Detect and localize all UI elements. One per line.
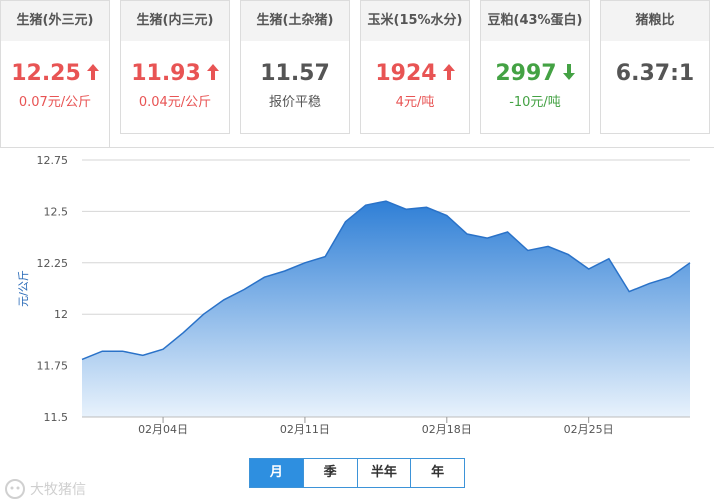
y-tick-label: 12.75 [37, 154, 69, 167]
tab-quarter[interactable]: 季 [302, 459, 357, 487]
tab-month[interactable]: 月 [250, 459, 303, 487]
arrow-up-icon [206, 59, 219, 89]
price-area-chart: 11.5 11.75 12 12.25 12.5 12.75 02月04日 02月11日 02月… [17, 154, 691, 436]
card-corn[interactable]: 玉米(15%水分) 1924 4元/吨 [360, 0, 470, 134]
chart-panel: 11.5 11.75 12 12.25 12.5 12.75 02月04日 02月11日 02月… [0, 147, 714, 504]
card-unit: 元/公斤 [47, 95, 92, 110]
card-unit: 报价平稳 [268, 95, 321, 110]
card-value-text: 12.25 [11, 61, 81, 86]
area-fill [82, 201, 690, 417]
card-unit: 元/公斤 [167, 95, 212, 110]
card-change: 报价平稳 [241, 91, 349, 110]
card-value: 2997 [481, 59, 589, 89]
card-change-value: 4 [395, 95, 404, 110]
card-change-value: 0.07 [18, 95, 48, 110]
card-unit: 元/吨 [403, 95, 435, 110]
card-value-text: 1924 [375, 61, 437, 86]
card-change: 0.04元/公斤 [121, 91, 229, 110]
card-title: 生猪(内三元) [121, 1, 229, 41]
period-tabs: 月 季 半年 年 [249, 458, 465, 488]
x-tick-label: 02月25日 [564, 423, 614, 436]
card-change: -10元/吨 [481, 91, 589, 110]
card-change: 4元/吨 [361, 91, 469, 110]
card-change: 0.07元/公斤 [1, 91, 109, 110]
card-value: 11.93 [121, 59, 229, 89]
y-tick-label: 12 [54, 308, 68, 321]
tab-year[interactable]: 年 [410, 459, 464, 487]
arrow-up-icon [442, 59, 455, 89]
pig-logo-icon [5, 479, 25, 499]
watermark-text: 大牧猪信 [30, 482, 86, 498]
card-soymeal[interactable]: 豆粕(43%蛋白) 2997 -10元/吨 [480, 0, 590, 134]
watermark: 大牧猪信 [4, 478, 86, 500]
x-tick-label: 02月04日 [138, 423, 188, 436]
card-title: 玉米(15%水分) [361, 1, 469, 41]
y-axis-label: 元/公斤 [17, 270, 30, 307]
card-title: 豆粕(43%蛋白) [481, 1, 589, 41]
y-tick-label: 11.75 [37, 360, 69, 373]
card-unit: 元/吨 [530, 95, 561, 110]
card-value-text: 11.57 [260, 61, 330, 86]
y-tick-label: 12.25 [37, 257, 69, 270]
card-title: 生猪(土杂猪) [241, 1, 349, 41]
card-value: 11.57 [241, 59, 349, 89]
card-title: 生猪(外三元) [1, 1, 109, 41]
card-value-text: 2997 [495, 61, 557, 86]
card-value: 1924 [361, 59, 469, 89]
arrow-up-icon [86, 59, 99, 89]
tab-half-year[interactable]: 半年 [356, 459, 411, 487]
card-hog-mixed[interactable]: 生猪(土杂猪) 11.57 报价平稳 [240, 0, 350, 134]
card-value-text: 6.37:1 [615, 61, 695, 86]
arrow-down-icon [562, 59, 575, 89]
card-hog-outer[interactable]: 生猪(外三元) 12.25 0.07元/公斤 [0, 0, 110, 148]
y-tick-label: 11.5 [44, 411, 69, 424]
card-change-value: -10 [509, 95, 531, 110]
card-hog-inner[interactable]: 生猪(内三元) 11.93 0.04元/公斤 [120, 0, 230, 134]
y-tick-label: 12.5 [44, 205, 69, 218]
card-change-value: 0.04 [138, 95, 168, 110]
card-value: 6.37:1 [601, 59, 709, 89]
card-hog-grain-ratio[interactable]: 猪粮比 6.37:1 [600, 0, 710, 134]
x-tick-label: 02月11日 [280, 423, 330, 436]
price-cards: 生猪(外三元) 12.25 0.07元/公斤 生猪(内三元) 11.93 0.0… [0, 0, 715, 148]
card-value: 12.25 [1, 59, 109, 89]
card-value-text: 11.93 [131, 61, 201, 86]
card-title: 猪粮比 [601, 1, 709, 41]
x-tick-label: 02月18日 [422, 423, 472, 436]
